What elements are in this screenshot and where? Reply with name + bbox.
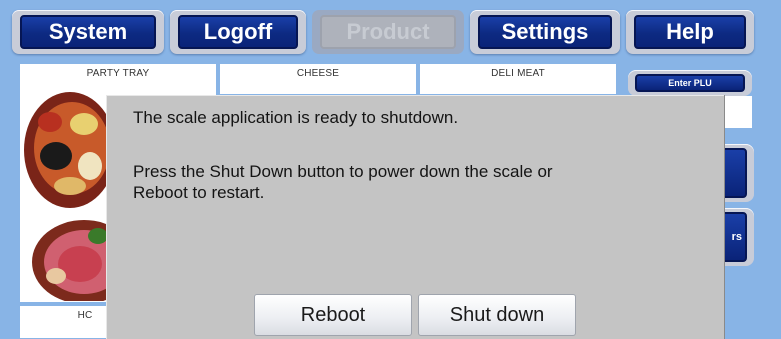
dialog-message-ready: The scale application is ready to shutdo… — [133, 108, 459, 127]
product-tile-label: DELI MEAT — [491, 68, 545, 79]
logoff-button-label: Logoff — [203, 19, 273, 44]
product-tile-label: CHEESE — [296, 68, 340, 79]
shutdown-button[interactable]: Shut down — [418, 294, 576, 336]
product-button-label: Product — [346, 19, 430, 44]
product-tile-cheese[interactable]: CHEESE — [220, 64, 416, 94]
dialog-message-restart: Reboot to restart. — [133, 183, 265, 202]
product-button[interactable]: Product — [312, 10, 464, 54]
product-tile-deli-meat[interactable]: DELI MEAT — [420, 64, 616, 94]
system-button-label: System — [48, 19, 128, 44]
settings-button[interactable]: Settings — [470, 10, 620, 54]
plu-input[interactable] — [720, 96, 752, 128]
shutdown-button-label: Shut down — [449, 303, 545, 326]
dialog-message-instructions: Press the Shut Down button to power down… — [133, 162, 553, 181]
shutdown-dialog: The scale application is ready to shutdo… — [106, 95, 724, 339]
product-tile-label: PARTY TRAY — [86, 68, 150, 79]
settings-button-label: Settings — [501, 19, 589, 44]
logoff-button[interactable]: Logoff — [170, 10, 306, 54]
help-button[interactable]: Help — [626, 10, 754, 54]
product-tile-hc[interactable]: HC — [20, 306, 110, 338]
product-tile-label: HC — [77, 310, 93, 321]
reboot-button-label: Reboot — [300, 303, 366, 326]
enter-plu-label: Enter PLU — [668, 78, 712, 88]
system-button[interactable]: System — [12, 10, 164, 54]
party-tray-image — [24, 92, 110, 301]
enter-plu-button[interactable]: Enter PLU — [628, 70, 752, 96]
side-button-2-label: rs — [731, 231, 742, 243]
help-button-label: Help — [666, 19, 714, 44]
reboot-button[interactable]: Reboot — [254, 294, 412, 336]
